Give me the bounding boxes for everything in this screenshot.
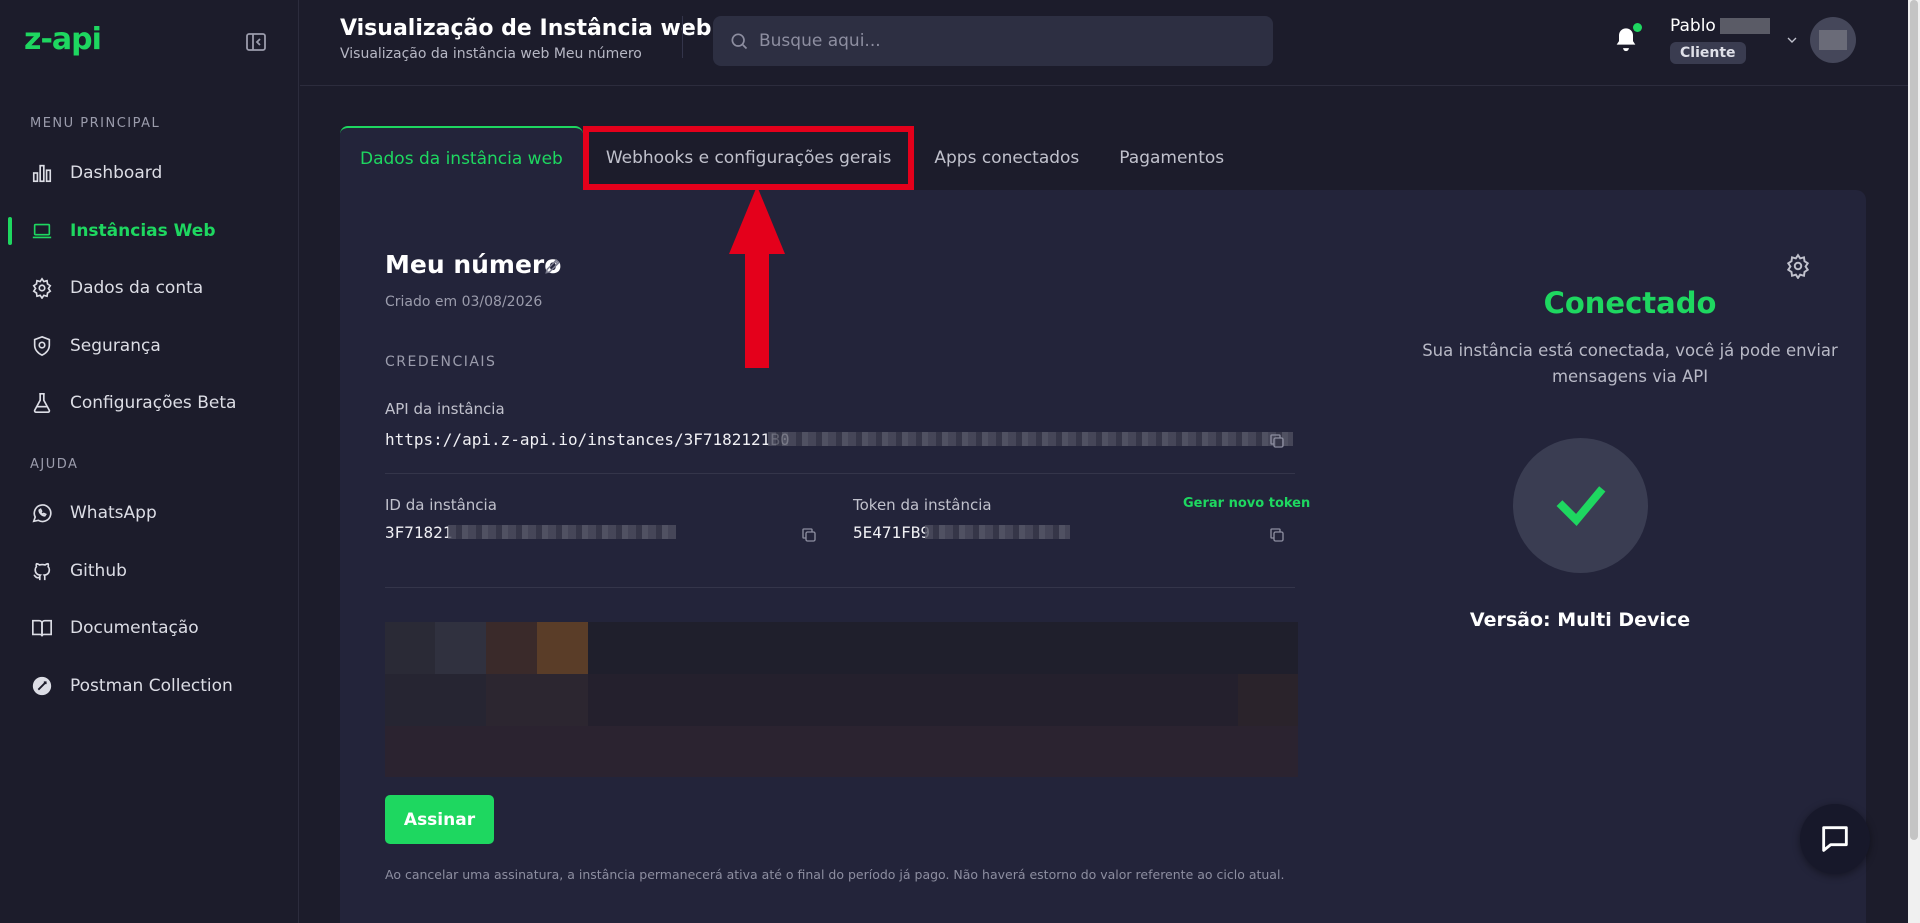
token-label: Token da instância bbox=[853, 496, 992, 514]
main-menu-label: MENU PRINCIPAL bbox=[30, 116, 161, 131]
sidebar-item-dashboard[interactable]: Dashboard bbox=[0, 153, 299, 193]
page-subtitle: Visualização da instância web Meu número bbox=[340, 46, 642, 62]
support-chat-button[interactable] bbox=[1800, 804, 1870, 874]
sidebar-item-configuracoes-beta[interactable]: Configurações Beta bbox=[0, 383, 299, 423]
settings-gear-icon[interactable] bbox=[1785, 253, 1811, 279]
tab-dados-da-instancia[interactable]: Dados da instância web bbox=[340, 126, 583, 190]
sidebar-item-dados-da-conta[interactable]: Dados da conta bbox=[0, 268, 299, 308]
divider bbox=[385, 587, 1295, 588]
pencil-icon[interactable] bbox=[543, 256, 563, 276]
blurred-payment-area bbox=[385, 622, 1298, 777]
sidebar-item-label: Instâncias Web bbox=[70, 221, 216, 241]
instance-id-redacted bbox=[448, 525, 676, 539]
api-value-redacted bbox=[768, 432, 1293, 446]
instance-tabs: Dados da instância web Webhooks e config… bbox=[340, 126, 1244, 190]
connected-check-badge bbox=[1513, 438, 1648, 573]
gear-icon bbox=[30, 276, 54, 300]
check-icon bbox=[1556, 485, 1605, 526]
divider bbox=[385, 473, 1295, 474]
github-icon bbox=[30, 559, 54, 583]
search-input[interactable] bbox=[759, 31, 1239, 51]
z-api-logo[interactable]: z-api bbox=[24, 22, 102, 57]
sidebar-item-label: Postman Collection bbox=[70, 676, 233, 696]
tab-webhooks[interactable]: Webhooks e configurações gerais bbox=[582, 126, 915, 190]
instance-id-label: ID da instância bbox=[385, 496, 497, 514]
postman-icon bbox=[30, 674, 54, 698]
created-date: Criado em 03/08/2026 bbox=[385, 294, 543, 310]
sidebar-item-whatsapp[interactable]: WhatsApp bbox=[0, 493, 299, 533]
sidebar-item-label: Documentação bbox=[70, 618, 199, 638]
collapse-sidebar-icon[interactable] bbox=[244, 30, 268, 54]
book-icon bbox=[30, 616, 54, 640]
copy-api-icon[interactable] bbox=[1268, 432, 1286, 450]
header-divider bbox=[682, 16, 683, 58]
subscribe-button[interactable]: Assinar bbox=[385, 795, 494, 844]
sidebar-item-label: Configurações Beta bbox=[70, 393, 237, 413]
version-label: Versão: Multi Device bbox=[1469, 609, 1691, 631]
laptop-icon bbox=[30, 219, 54, 243]
page-title: Visualização de Instância web bbox=[340, 16, 712, 41]
bar-chart-icon bbox=[30, 161, 54, 185]
chevron-down-icon[interactable] bbox=[1784, 32, 1800, 48]
user-name[interactable]: Pablo bbox=[1670, 16, 1716, 36]
token-redacted bbox=[925, 525, 1070, 539]
copy-id-icon[interactable] bbox=[800, 526, 818, 544]
scrollbar-thumb[interactable] bbox=[1910, 0, 1918, 840]
sidebar-item-documentacao[interactable]: Documentação bbox=[0, 608, 299, 648]
search-bar bbox=[713, 16, 1273, 66]
generate-new-token-link[interactable]: Gerar novo token bbox=[1183, 496, 1310, 511]
notification-dot bbox=[1633, 23, 1642, 32]
sidebar-item-github[interactable]: Github bbox=[0, 551, 299, 591]
shield-icon bbox=[30, 334, 54, 358]
help-label: AJUDA bbox=[30, 457, 79, 472]
notifications-button[interactable] bbox=[1612, 23, 1642, 55]
user-surname-redacted bbox=[1720, 18, 1770, 34]
annotation-arrow-icon bbox=[729, 186, 785, 368]
sidebar-item-label: Segurança bbox=[70, 336, 161, 356]
sidebar-item-label: Github bbox=[70, 561, 127, 581]
token-value: 5E471FB9 bbox=[853, 523, 931, 542]
chat-bubble-icon bbox=[1822, 826, 1848, 852]
instance-name: Meu número bbox=[385, 250, 562, 279]
sidebar-item-seguranca[interactable]: Segurança bbox=[0, 326, 299, 366]
sidebar: z-api MENU PRINCIPAL Dashboard Instância… bbox=[0, 0, 299, 923]
user-role-badge: Cliente bbox=[1670, 42, 1746, 64]
cancellation-disclaimer: Ao cancelar uma assinatura, a instância … bbox=[385, 867, 1285, 882]
instance-card: Meu número Criado em 03/08/2026 CREDENCI… bbox=[340, 190, 1866, 923]
connection-status-description: Sua instância está conectada, você já po… bbox=[1422, 341, 1838, 386]
credentials-heading: CREDENCIAIS bbox=[385, 354, 497, 370]
top-header: Visualização de Instância web Visualizaç… bbox=[300, 0, 1908, 86]
avatar[interactable] bbox=[1810, 17, 1856, 63]
sidebar-item-label: Dashboard bbox=[70, 163, 163, 183]
page-scrollbar[interactable] bbox=[1908, 0, 1920, 923]
flask-icon bbox=[30, 391, 54, 415]
instance-id-value: 3F71821 bbox=[385, 523, 453, 542]
api-label: API da instância bbox=[385, 400, 505, 418]
sidebar-item-label: Dados da conta bbox=[70, 278, 204, 298]
sidebar-item-label: WhatsApp bbox=[70, 503, 157, 523]
sidebar-item-postman-collection[interactable]: Postman Collection bbox=[0, 666, 299, 706]
tab-apps-conectados[interactable]: Apps conectados bbox=[914, 126, 1099, 190]
copy-token-icon[interactable] bbox=[1268, 526, 1286, 544]
tab-pagamentos[interactable]: Pagamentos bbox=[1099, 126, 1244, 190]
search-icon bbox=[731, 33, 748, 50]
api-value: https://api.z-api.io/instances/3F7182121… bbox=[385, 430, 790, 449]
connection-status-title: Conectado bbox=[1543, 286, 1717, 320]
sidebar-item-instancias-web[interactable]: Instâncias Web bbox=[0, 211, 299, 251]
whatsapp-icon bbox=[30, 501, 54, 525]
